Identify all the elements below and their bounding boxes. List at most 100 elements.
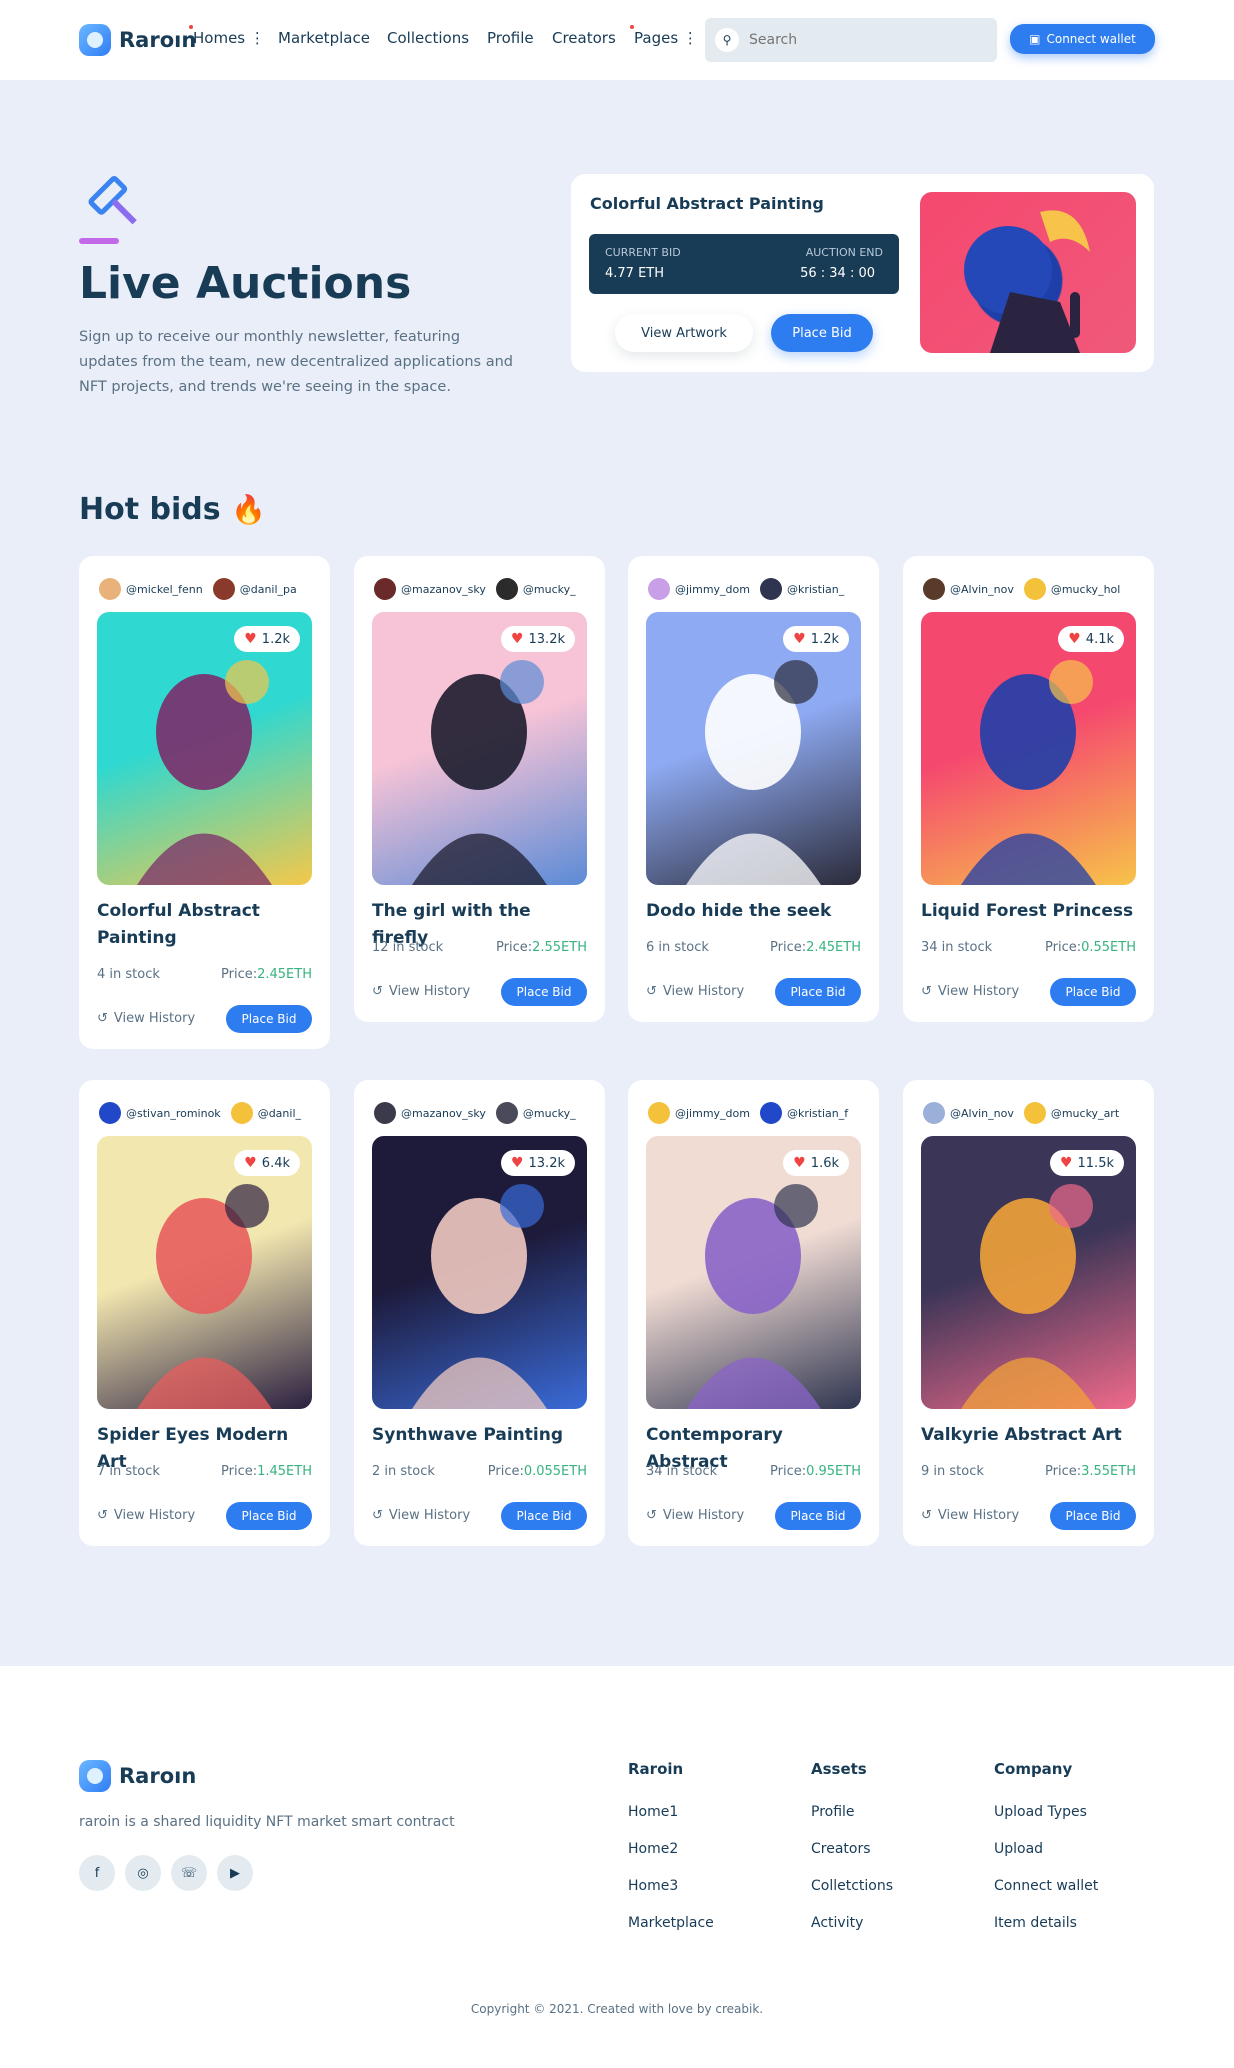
- view-history-link[interactable]: ↺ View History: [97, 1508, 195, 1523]
- brand-logo[interactable]: Raroın: [79, 24, 196, 56]
- creator-chip[interactable]: @jimmy_dom: [648, 1102, 750, 1124]
- creator-chip[interactable]: @Alvin_nov: [923, 578, 1014, 600]
- card-artwork[interactable]: ♥ 13.2k: [372, 1136, 587, 1409]
- card-artwork[interactable]: ♥ 11.5k: [921, 1136, 1136, 1409]
- place-bid-button[interactable]: Place Bid: [771, 314, 873, 352]
- place-bid-button[interactable]: Place Bid: [775, 1502, 861, 1530]
- search-input[interactable]: [749, 32, 949, 48]
- nav-item-homes[interactable]: Homes ⋮: [189, 25, 265, 47]
- owner-chip[interactable]: @danil_pa: [212, 578, 297, 600]
- search-box: ⚲: [705, 18, 997, 62]
- likes-badge[interactable]: ♥ 4.1k: [1058, 626, 1124, 652]
- view-history-label: View History: [388, 1508, 471, 1523]
- facebook-icon[interactable]: f: [79, 1855, 115, 1891]
- footer-link[interactable]: Colletctions: [811, 1878, 893, 1894]
- nft-card[interactable]: @mazanov_sky @mucky_ ♥ 13.2k Synthwave Paint…: [354, 1080, 605, 1546]
- creator-chip[interactable]: @stivan_rominok: [99, 1102, 221, 1124]
- card-artwork[interactable]: ♥ 13.2k: [372, 612, 587, 885]
- nav-item-collections[interactable]: Collections: [387, 29, 469, 47]
- hot-bids-label: Hot bids: [79, 492, 221, 527]
- likes-badge[interactable]: ♥ 1.6k: [783, 1150, 849, 1176]
- view-artwork-button[interactable]: View Artwork: [615, 314, 753, 352]
- card-artwork[interactable]: ♥ 1.2k: [97, 612, 312, 885]
- footer-link[interactable]: Home2: [628, 1841, 714, 1857]
- nav-item-marketplace[interactable]: Marketplace: [278, 29, 370, 47]
- nft-card[interactable]: @jimmy_dom @kristian_ ♥ 1.2k Dodo hide the s…: [628, 556, 879, 1022]
- footer-logo[interactable]: Raroın: [79, 1760, 196, 1792]
- bid-info-box: CURRENT BID 4.77 ETH AUCTION END 56 : 34…: [589, 234, 899, 294]
- connect-wallet-button[interactable]: ▣ Connect wallet: [1010, 24, 1155, 54]
- card-artwork[interactable]: ♥ 1.2k: [646, 612, 861, 885]
- nav-item-profile[interactable]: Profile: [487, 29, 534, 47]
- likes-badge[interactable]: ♥ 1.2k: [783, 626, 849, 652]
- owner-chip[interactable]: @mucky_: [495, 1102, 576, 1124]
- footer-link[interactable]: Profile: [811, 1804, 893, 1820]
- card-title[interactable]: Liquid Forest Princess: [921, 898, 1136, 925]
- place-bid-button[interactable]: Place Bid: [226, 1005, 312, 1033]
- view-history-link[interactable]: ↺ View History: [372, 1508, 470, 1523]
- place-bid-button[interactable]: Place Bid: [775, 978, 861, 1006]
- owner-chip[interactable]: @danil_: [230, 1102, 301, 1124]
- view-history-link[interactable]: ↺ View History: [646, 984, 744, 999]
- footer-link[interactable]: Upload Types: [994, 1804, 1098, 1820]
- card-title[interactable]: Colorful Abstract Painting: [97, 898, 312, 952]
- likes-badge[interactable]: ♥ 13.2k: [500, 1150, 575, 1176]
- likes-badge[interactable]: ♥ 13.2k: [500, 626, 575, 652]
- footer-link[interactable]: Activity: [811, 1915, 893, 1931]
- card-title[interactable]: Synthwave Painting: [372, 1422, 587, 1449]
- nft-card[interactable]: @Alvin_nov @mucky_art ♥ 11.5k Valkyrie Abstr…: [903, 1080, 1154, 1546]
- owner-chip[interactable]: @mucky_hol: [1023, 578, 1120, 600]
- place-bid-button[interactable]: Place Bid: [1050, 1502, 1136, 1530]
- creator-chip[interactable]: @mazanov_sky: [374, 578, 486, 600]
- footer-link[interactable]: Marketplace: [628, 1915, 714, 1931]
- card-title[interactable]: Valkyrie Abstract Art: [921, 1422, 1136, 1449]
- creator-chip[interactable]: @jimmy_dom: [648, 578, 750, 600]
- nft-card[interactable]: @stivan_rominok @danil_ ♥ 6.4k Spider Eyes M…: [79, 1080, 330, 1546]
- card-artwork[interactable]: ♥ 1.6k: [646, 1136, 861, 1409]
- creator-chip[interactable]: @mazanov_sky: [374, 1102, 486, 1124]
- whatsapp-icon[interactable]: ☏: [171, 1855, 207, 1891]
- footer-link[interactable]: Home3: [628, 1878, 714, 1894]
- footer-link[interactable]: Item details: [994, 1915, 1098, 1931]
- creator-handle: @mazanov_sky: [401, 582, 486, 596]
- card-title[interactable]: Dodo hide the seek: [646, 898, 861, 925]
- owner-chip[interactable]: @mucky_: [495, 578, 576, 600]
- view-history-link[interactable]: ↺ View History: [372, 984, 470, 999]
- creator-chip[interactable]: @Alvin_nov: [923, 1102, 1014, 1124]
- creator-chip[interactable]: @mickel_fenn: [99, 578, 203, 600]
- likes-badge[interactable]: ♥ 1.2k: [234, 626, 300, 652]
- nft-card[interactable]: @mickel_fenn @danil_pa ♥ 1.2k Colorful Abstr…: [79, 556, 330, 1049]
- view-history-link[interactable]: ↺ View History: [97, 1011, 195, 1026]
- view-history-link[interactable]: ↺ View History: [921, 984, 1019, 999]
- place-bid-button[interactable]: Place Bid: [226, 1502, 312, 1530]
- stock-count: 4 in stock: [97, 967, 160, 982]
- nft-card[interactable]: @Alvin_nov @mucky_hol ♥ 4.1k Liquid Forest P…: [903, 556, 1154, 1022]
- place-bid-button[interactable]: Place Bid: [1050, 978, 1136, 1006]
- view-history-link[interactable]: ↺ View History: [646, 1508, 744, 1523]
- price-value: 2.45ETH: [257, 967, 312, 982]
- likes-badge[interactable]: ♥ 11.5k: [1049, 1150, 1124, 1176]
- youtube-icon[interactable]: ▶: [217, 1855, 253, 1891]
- place-bid-button[interactable]: Place Bid: [501, 978, 587, 1006]
- footer-link[interactable]: Home1: [628, 1804, 714, 1820]
- view-history-link[interactable]: ↺ View History: [921, 1508, 1019, 1523]
- nav-item-creators[interactable]: Creators: [552, 29, 616, 47]
- price-label: Price:: [487, 1464, 524, 1479]
- nft-card[interactable]: @jimmy_dom @kristian_f ♥ 1.6k Contemporary A…: [628, 1080, 879, 1546]
- nft-card[interactable]: @mazanov_sky @mucky_ ♥ 13.2k The girl with t…: [354, 556, 605, 1022]
- card-artwork[interactable]: ♥ 4.1k: [921, 612, 1136, 885]
- messenger-icon[interactable]: ◎: [125, 1855, 161, 1891]
- nav-item-pages[interactable]: Pages ⋮: [630, 25, 698, 47]
- footer-link[interactable]: Connect wallet: [994, 1878, 1098, 1894]
- artwork-image: [686, 660, 821, 885]
- footer-link[interactable]: Upload: [994, 1841, 1098, 1857]
- owner-chip[interactable]: @kristian_f: [759, 1102, 848, 1124]
- auction-artwork[interactable]: [920, 192, 1136, 353]
- search-icon[interactable]: ⚲: [715, 28, 739, 52]
- card-artwork[interactable]: ♥ 6.4k: [97, 1136, 312, 1409]
- likes-badge[interactable]: ♥ 6.4k: [234, 1150, 300, 1176]
- place-bid-button[interactable]: Place Bid: [501, 1502, 587, 1530]
- owner-chip[interactable]: @kristian_: [759, 578, 844, 600]
- footer-link[interactable]: Creators: [811, 1841, 893, 1857]
- owner-chip[interactable]: @mucky_art: [1023, 1102, 1119, 1124]
